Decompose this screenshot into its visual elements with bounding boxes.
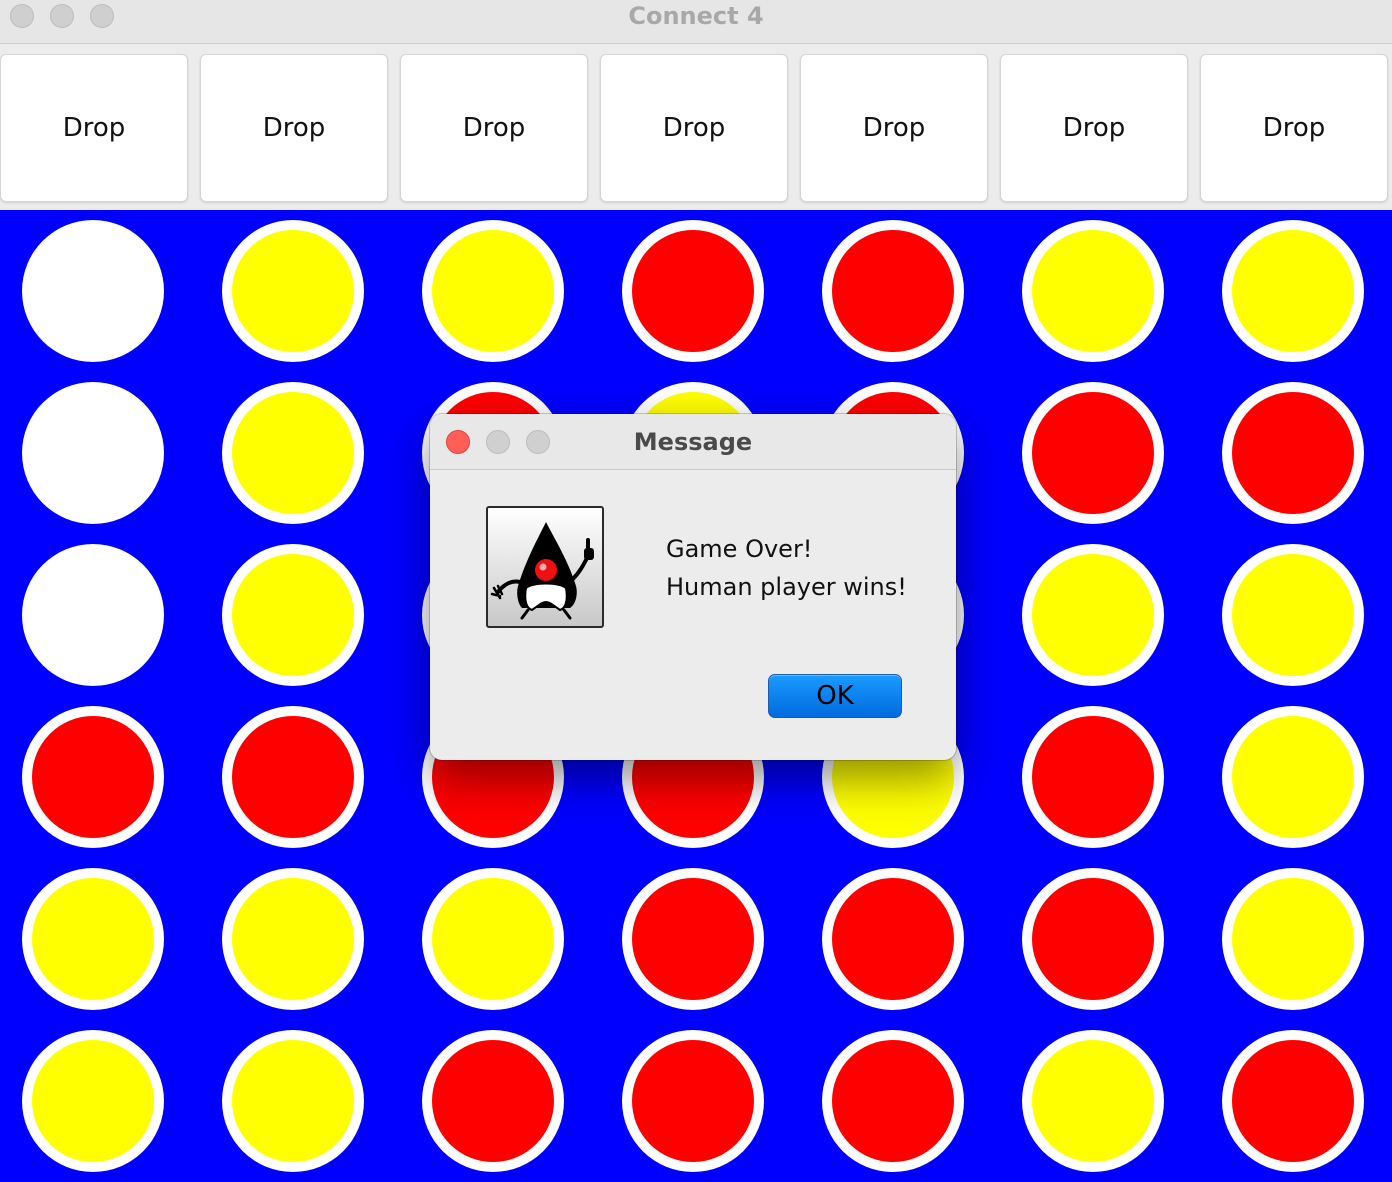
board-slot-r3-c2 bbox=[222, 544, 364, 686]
red-disc bbox=[1032, 716, 1154, 838]
board-slot-r3-c1 bbox=[22, 544, 164, 686]
java-duke-icon bbox=[486, 506, 604, 628]
board-slot-r5-c3 bbox=[422, 868, 564, 1010]
yellow-disc bbox=[1232, 230, 1354, 352]
board-slot-r6-c5 bbox=[822, 1030, 964, 1172]
board-slot-r1-c1 bbox=[22, 220, 164, 362]
board-slot-r6-c7 bbox=[1222, 1030, 1364, 1172]
board-slot-r6-c6 bbox=[1022, 1030, 1164, 1172]
board-slot-r4-c6 bbox=[1022, 706, 1164, 848]
yellow-disc bbox=[1032, 230, 1154, 352]
yellow-disc bbox=[1032, 554, 1154, 676]
board-slot-r5-c7 bbox=[1222, 868, 1364, 1010]
yellow-disc bbox=[1232, 878, 1354, 1000]
board-slot-r5-c6 bbox=[1022, 868, 1164, 1010]
red-disc bbox=[232, 716, 354, 838]
board-slot-r2-c6 bbox=[1022, 382, 1164, 524]
board-slot-r1-c4 bbox=[622, 220, 764, 362]
red-disc bbox=[632, 1040, 754, 1162]
dialog-title: Message bbox=[633, 428, 753, 456]
board-slot-r6-c3 bbox=[422, 1030, 564, 1172]
board-slot-r5-c5 bbox=[822, 868, 964, 1010]
red-disc bbox=[832, 1040, 954, 1162]
window-titlebar: Connect 4 bbox=[0, 0, 1392, 44]
message-line-2: Human player wins! bbox=[666, 573, 907, 601]
board-slot-r4-c1 bbox=[22, 706, 164, 848]
board-slot-r6-c2 bbox=[222, 1030, 364, 1172]
board-slot-r2-c7 bbox=[1222, 382, 1364, 524]
yellow-disc bbox=[1232, 554, 1354, 676]
board-slot-r4-c7 bbox=[1222, 706, 1364, 848]
red-disc bbox=[432, 1040, 554, 1162]
yellow-disc bbox=[32, 1040, 154, 1162]
board-slot-r2-c1 bbox=[22, 382, 164, 524]
game-window: Connect 4 Drop Drop Drop Drop Drop Drop … bbox=[0, 0, 1392, 1182]
yellow-disc bbox=[232, 392, 354, 514]
drop-button-col-2[interactable]: Drop bbox=[200, 54, 388, 202]
drop-button-col-6[interactable]: Drop bbox=[1000, 54, 1188, 202]
board-slot-r1-c5 bbox=[822, 220, 964, 362]
board-slot-r5-c2 bbox=[222, 868, 364, 1010]
board-slot-r2-c2 bbox=[222, 382, 364, 524]
yellow-disc bbox=[432, 230, 554, 352]
drop-button-col-4[interactable]: Drop bbox=[600, 54, 788, 202]
red-disc bbox=[632, 230, 754, 352]
yellow-disc bbox=[232, 230, 354, 352]
red-disc bbox=[1032, 878, 1154, 1000]
board-slot-r5-c4 bbox=[622, 868, 764, 1010]
yellow-disc bbox=[32, 878, 154, 1000]
drop-button-col-3[interactable]: Drop bbox=[400, 54, 588, 202]
board-slot-r3-c6 bbox=[1022, 544, 1164, 686]
message-text: Game Over! Human player wins! bbox=[666, 530, 907, 606]
red-disc bbox=[832, 878, 954, 1000]
board-slot-r1-c6 bbox=[1022, 220, 1164, 362]
drop-button-col-7[interactable]: Drop bbox=[1200, 54, 1388, 202]
drop-button-row: Drop Drop Drop Drop Drop Drop Drop bbox=[0, 44, 1392, 210]
message-dialog: Message Game Over! Human player wins! OK bbox=[430, 414, 956, 760]
board-slot-r6-c1 bbox=[22, 1030, 164, 1172]
yellow-disc bbox=[1232, 716, 1354, 838]
board-slot-r1-c7 bbox=[1222, 220, 1364, 362]
board-slot-r4-c2 bbox=[222, 706, 364, 848]
drop-button-col-5[interactable]: Drop bbox=[800, 54, 988, 202]
board-slot-r6-c4 bbox=[622, 1030, 764, 1172]
yellow-disc bbox=[232, 554, 354, 676]
red-disc bbox=[1032, 392, 1154, 514]
red-disc bbox=[632, 878, 754, 1000]
board-slot-r1-c2 bbox=[222, 220, 364, 362]
drop-button-col-1[interactable]: Drop bbox=[0, 54, 188, 202]
board-slot-r3-c7 bbox=[1222, 544, 1364, 686]
yellow-disc bbox=[232, 1040, 354, 1162]
ok-button[interactable]: OK bbox=[768, 674, 902, 718]
red-disc bbox=[1232, 392, 1354, 514]
dialog-titlebar: Message bbox=[430, 414, 956, 470]
board-slot-r1-c3 bbox=[422, 220, 564, 362]
message-line-1: Game Over! bbox=[666, 535, 813, 563]
red-disc bbox=[832, 230, 954, 352]
window-title: Connect 4 bbox=[628, 2, 764, 30]
board-slot-r5-c1 bbox=[22, 868, 164, 1010]
red-disc bbox=[1232, 1040, 1354, 1162]
yellow-disc bbox=[1032, 1040, 1154, 1162]
red-disc bbox=[32, 716, 154, 838]
yellow-disc bbox=[232, 878, 354, 1000]
yellow-disc bbox=[432, 878, 554, 1000]
